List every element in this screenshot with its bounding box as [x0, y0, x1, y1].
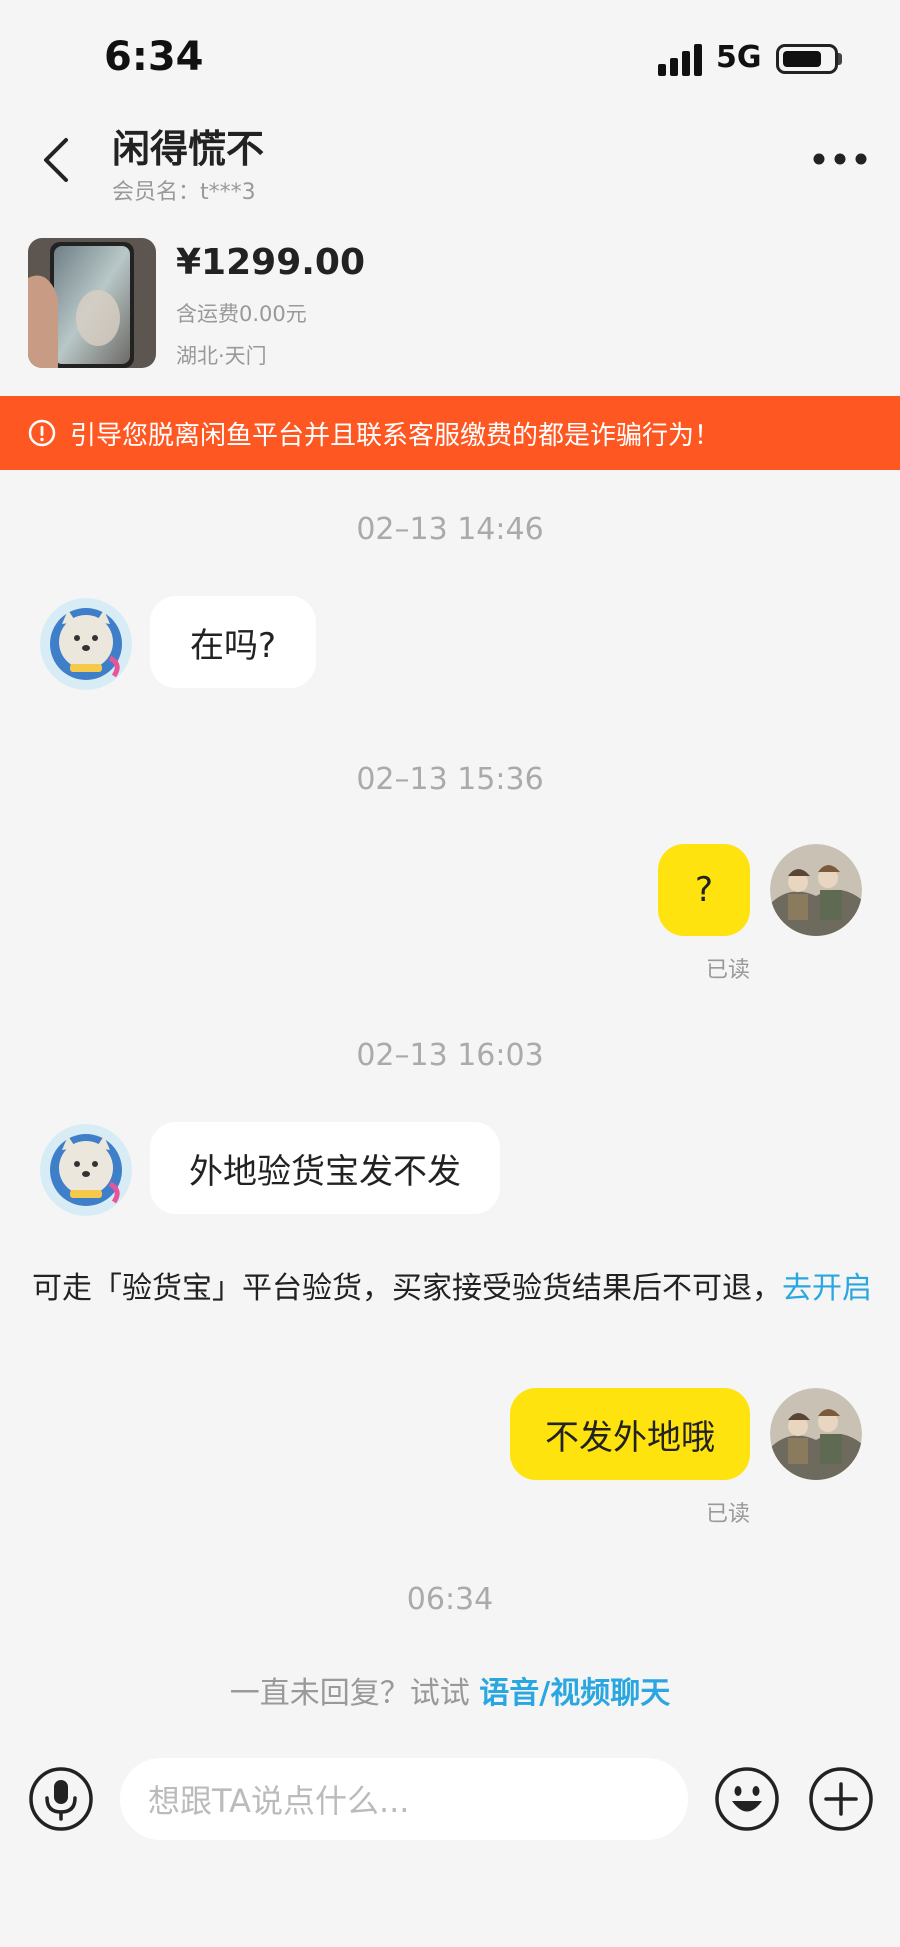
- alert-icon: [28, 419, 56, 447]
- warning-text: 引导您脱离闲鱼平台并且联系客服缴费的都是诈骗行为！: [70, 420, 721, 451]
- signal-icon: [658, 44, 702, 76]
- hint-text: 一直未回复？试试: [229, 1676, 480, 1711]
- back-icon[interactable]: [38, 136, 74, 184]
- emoji-icon[interactable]: [714, 1766, 780, 1832]
- timestamp: 02–13 16:03: [356, 1038, 544, 1073]
- message-text: 不发外地哦: [545, 1417, 715, 1458]
- system-notice-text: 可走「验货宝」平台验货，买家接受验货结果后不可退，: [32, 1271, 782, 1306]
- read-status: 已读: [706, 958, 751, 983]
- item-location: 湖北·天门: [176, 344, 267, 368]
- enable-inspection-link[interactable]: 去开启: [782, 1271, 872, 1306]
- item-shipping: 含运费0.00元: [176, 302, 307, 326]
- more-icon[interactable]: [812, 152, 868, 166]
- message-text: ?: [694, 870, 714, 910]
- item-thumbnail[interactable]: [28, 238, 156, 368]
- my-avatar[interactable]: [770, 1388, 862, 1480]
- plus-icon[interactable]: [808, 1766, 874, 1832]
- message-bubble-incoming[interactable]: 外地验货宝发不发: [150, 1122, 500, 1214]
- my-avatar[interactable]: [770, 844, 862, 936]
- message-bubble-outgoing[interactable]: 不发外地哦: [510, 1388, 750, 1480]
- timestamp: 02–13 14:46: [356, 512, 544, 547]
- message-text: 在吗?: [189, 625, 277, 666]
- chat-title: 闲得慌不: [112, 127, 265, 171]
- seller-avatar[interactable]: [40, 1124, 132, 1216]
- battery-tip: [838, 53, 842, 65]
- message-input[interactable]: 想跟TA说点什么...: [120, 1758, 688, 1840]
- voice-video-call-link[interactable]: 语音/视频聊天: [479, 1676, 670, 1711]
- seller-avatar[interactable]: [40, 598, 132, 690]
- item-price: ¥1299.00: [176, 242, 366, 283]
- microphone-icon[interactable]: [28, 1766, 94, 1832]
- fraud-warning-banner: 引导您脱离闲鱼平台并且联系客服缴费的都是诈骗行为！: [0, 396, 900, 470]
- status-time: 6:34: [104, 34, 204, 80]
- message-bubble-outgoing[interactable]: ?: [658, 844, 750, 936]
- read-status: 已读: [706, 1502, 751, 1527]
- reply-hint: 一直未回复？试试 语音/视频聊天: [0, 1668, 900, 1712]
- timestamp: 06:34: [406, 1582, 494, 1617]
- message-text: 外地验货宝发不发: [189, 1151, 461, 1192]
- input-placeholder: 想跟TA说点什么...: [148, 1782, 410, 1820]
- member-name: 会员名：t***3: [112, 180, 256, 205]
- message-bubble-incoming[interactable]: 在吗?: [150, 596, 316, 688]
- system-notice: 可走「验货宝」平台验货，买家接受验货结果后不可退，去开启: [30, 1266, 874, 1312]
- network-label: 5G: [716, 40, 762, 75]
- battery-icon: [776, 44, 838, 74]
- timestamp: 02–13 15:36: [356, 762, 544, 797]
